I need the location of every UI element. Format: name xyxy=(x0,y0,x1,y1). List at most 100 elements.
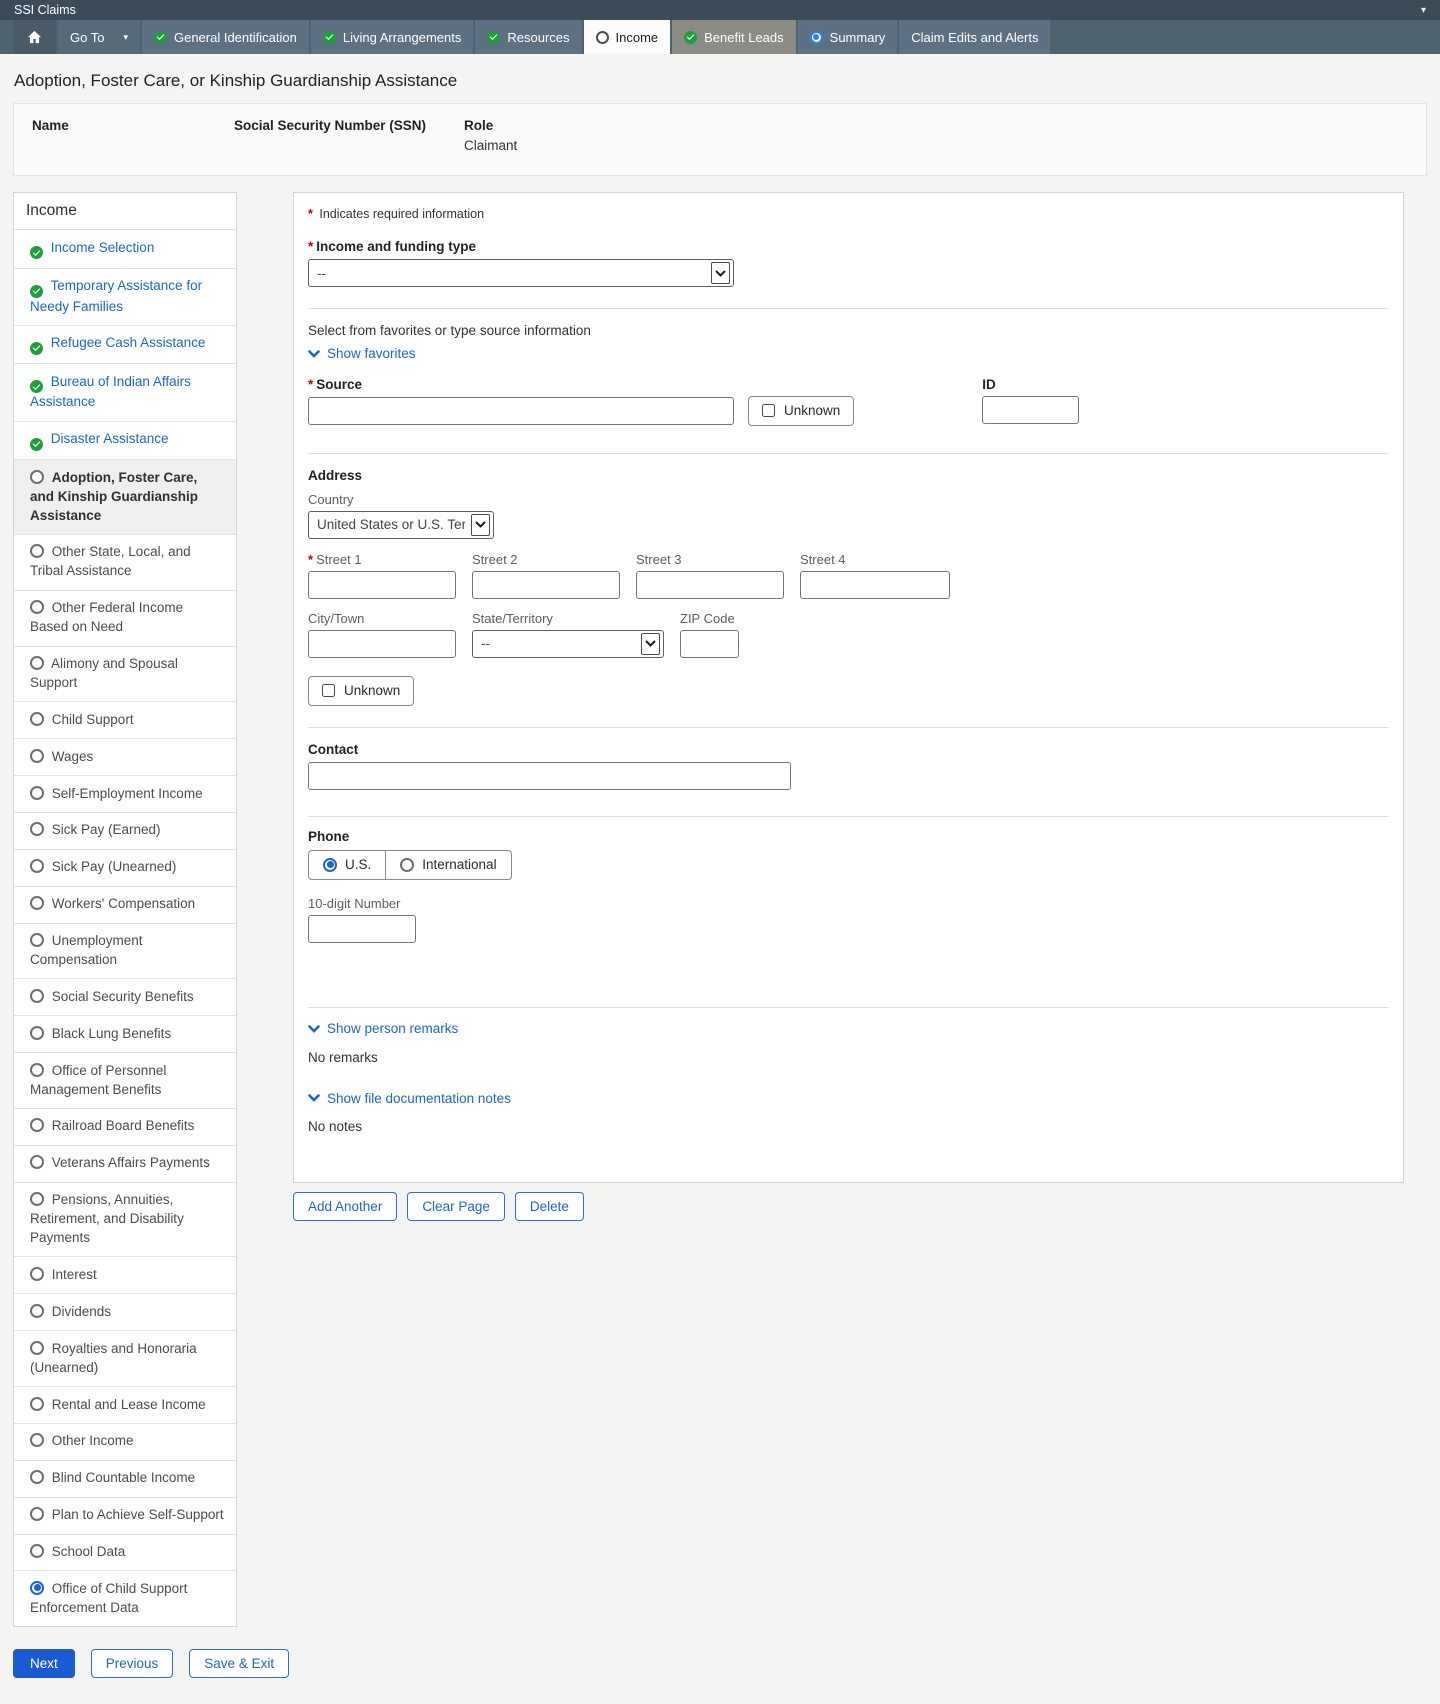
sidebar-item-self-employment-income[interactable]: Self-Employment Income xyxy=(14,775,236,812)
sidebar-item-refugee-cash-assistance[interactable]: Refugee Cash Assistance xyxy=(14,324,236,364)
street4-input[interactable] xyxy=(800,570,950,599)
phone-international-option[interactable]: International xyxy=(385,850,510,879)
nav-tab-summary[interactable]: Summary xyxy=(797,20,898,54)
nav-tab-resources[interactable]: Resources xyxy=(475,20,582,54)
sidebar-item-wages[interactable]: Wages xyxy=(14,738,236,775)
phone-us-option[interactable]: U.S. xyxy=(309,851,385,879)
sidebar-item-interest[interactable]: Interest xyxy=(14,1256,236,1293)
radio-icon xyxy=(30,711,44,726)
sidebar-item-blind-countable-income[interactable]: Blind Countable Income xyxy=(14,1459,236,1497)
sidebar-item-black-lung-benefits[interactable]: Black Lung Benefits xyxy=(14,1015,236,1052)
goto-button[interactable]: Go To ▾ xyxy=(58,20,140,54)
check-icon xyxy=(153,30,167,44)
radio-icon xyxy=(30,656,44,671)
radio-icon xyxy=(30,1025,44,1040)
sidebar-item-social-security-benefits[interactable]: Social Security Benefits xyxy=(14,978,236,1015)
radio-icon xyxy=(30,1155,44,1170)
income-type-select[interactable]: -- xyxy=(308,259,734,287)
street2-input[interactable] xyxy=(472,570,620,599)
sidebar-item-bureau-of-indian-affairs-assistance[interactable]: Bureau of Indian Affairs Assistance xyxy=(14,363,236,420)
check-icon xyxy=(487,30,501,44)
show-notes-link[interactable]: Show file documentation notes xyxy=(308,1091,511,1106)
sidebar-item-alimony-and-spousal-support[interactable]: Alimony and Spousal Support xyxy=(14,645,236,702)
address-unknown-button[interactable]: Unknown xyxy=(308,675,415,706)
sidebar-item-temporary-assistance-for-needy-families[interactable]: Temporary Assistance for Needy Families xyxy=(14,267,236,325)
sidebar-item-other-state-local-and-tribal-assistance[interactable]: Other State, Local, and Tribal Assistanc… xyxy=(14,533,236,590)
radio-selected-icon xyxy=(323,857,337,872)
country-select[interactable]: United States or U.S. Territory xyxy=(308,510,494,539)
zip-input[interactable] xyxy=(680,629,739,658)
chevron-down-icon xyxy=(711,262,730,284)
phone-number-input[interactable] xyxy=(308,914,416,943)
street3-input[interactable] xyxy=(636,570,784,599)
sidebar-item-unemployment-compensation[interactable]: Unemployment Compensation xyxy=(14,922,236,979)
sidebar-item-dividends[interactable]: Dividends xyxy=(14,1293,236,1330)
target-icon xyxy=(809,30,823,44)
radio-icon xyxy=(30,1118,44,1133)
radio-icon xyxy=(30,933,44,948)
sidebar-item-disaster-assistance[interactable]: Disaster Assistance xyxy=(14,420,236,460)
home-button[interactable] xyxy=(13,20,56,54)
sidebar-item-sick-pay-unearned[interactable]: Sick Pay (Unearned) xyxy=(14,848,236,886)
check-icon xyxy=(30,284,43,298)
sidebar-item-pensions-annuities-retirement-and-disability-pay[interactable]: Pensions, Annuities, Retirement, and Dis… xyxy=(14,1181,236,1257)
show-favorites-link[interactable]: Show favorites xyxy=(308,346,416,361)
role-label: Role xyxy=(464,118,494,133)
zip-label: ZIP Code xyxy=(680,610,735,626)
nav-tab-benefit-leads[interactable]: Benefit Leads xyxy=(672,20,796,54)
chevron-down-icon: ▾ xyxy=(123,31,128,42)
radio-icon xyxy=(30,785,44,800)
check-icon xyxy=(30,341,43,355)
radio-selected-icon xyxy=(30,1580,44,1595)
previous-button[interactable]: Previous xyxy=(90,1649,174,1679)
sidebar-item-workers-compensation[interactable]: Workers' Compensation xyxy=(14,885,236,923)
divider xyxy=(308,726,1389,728)
source-unknown-button[interactable]: Unknown xyxy=(748,395,855,426)
app-title: SSI Claims xyxy=(14,3,76,17)
favorites-hint: Select from favorites or type source inf… xyxy=(308,323,591,338)
required-note: * Indicates required information xyxy=(308,207,485,221)
app-title-bar: SSI Claims ▾ xyxy=(0,0,1440,20)
sidebar-item-income-selection[interactable]: Income Selection xyxy=(14,230,236,268)
city-label: City/Town xyxy=(308,610,365,626)
chevron-down-icon xyxy=(471,513,490,536)
nav-tab-living-arrangements[interactable]: Living Arrangements xyxy=(310,20,474,54)
check-icon xyxy=(30,380,43,394)
add-another-button[interactable]: Add Another xyxy=(293,1192,398,1221)
sidebar-item-office-of-child-support-enforcement-data[interactable]: Office of Child Support Enforcement Data xyxy=(14,1570,236,1626)
sidebar-item-railroad-board-benefits[interactable]: Railroad Board Benefits xyxy=(14,1107,236,1145)
nav-tab-claim-edits-and-alerts[interactable]: Claim Edits and Alerts xyxy=(899,20,1051,54)
sidebar-item-child-support[interactable]: Child Support xyxy=(14,701,236,738)
id-input[interactable] xyxy=(982,395,1080,424)
nav-tab-general-identification[interactable]: General Identification xyxy=(141,20,309,54)
chevron-down-icon xyxy=(308,349,320,358)
sidebar-item-office-of-personnel-management-benefits[interactable]: Office of Personnel Management Benefits xyxy=(14,1052,236,1108)
menu-caret-icon[interactable]: ▾ xyxy=(1421,5,1426,16)
state-select[interactable]: -- xyxy=(472,629,664,658)
nav-tab-income[interactable]: Income xyxy=(583,20,671,54)
sidebar-item-rental-and-lease-income[interactable]: Rental and Lease Income xyxy=(14,1386,236,1423)
sidebar-items: Income Selection Temporary Assistance fo… xyxy=(14,230,236,1626)
street1-input[interactable] xyxy=(308,570,456,599)
sidebar-item-school-data[interactable]: School Data xyxy=(14,1533,236,1571)
sidebar-item-veterans-affairs-payments[interactable]: Veterans Affairs Payments xyxy=(14,1144,236,1182)
sidebar-item-sick-pay-earned[interactable]: Sick Pay (Earned) xyxy=(14,811,236,849)
source-input[interactable] xyxy=(308,396,734,425)
checkbox-icon xyxy=(322,684,335,697)
save-exit-button[interactable]: Save & Exit xyxy=(189,1649,290,1679)
sidebar-item-adoption-foster-care-and-kinship-guardianship-as[interactable]: Adoption, Foster Care, and Kinship Guard… xyxy=(14,459,236,534)
sidebar-item-royalties-and-honoraria-unearned[interactable]: Royalties and Honoraria (Unearned) xyxy=(14,1330,236,1386)
sidebar-item-plan-to-achieve-self-support[interactable]: Plan to Achieve Self-Support xyxy=(14,1496,236,1534)
country-label: Country xyxy=(308,491,354,507)
next-button[interactable]: Next xyxy=(13,1649,75,1679)
chevron-down-icon xyxy=(641,632,660,655)
city-input[interactable] xyxy=(308,629,456,658)
radio-icon xyxy=(30,1470,44,1485)
clear-page-button[interactable]: Clear Page xyxy=(407,1192,505,1221)
contact-input[interactable] xyxy=(308,761,791,790)
show-remarks-link[interactable]: Show person remarks xyxy=(308,1021,458,1036)
sidebar-item-other-federal-income-based-on-need[interactable]: Other Federal Income Based on Need xyxy=(14,589,236,646)
delete-button[interactable]: Delete xyxy=(514,1192,584,1221)
sidebar-item-other-income[interactable]: Other Income xyxy=(14,1422,236,1460)
divider xyxy=(308,452,1389,454)
